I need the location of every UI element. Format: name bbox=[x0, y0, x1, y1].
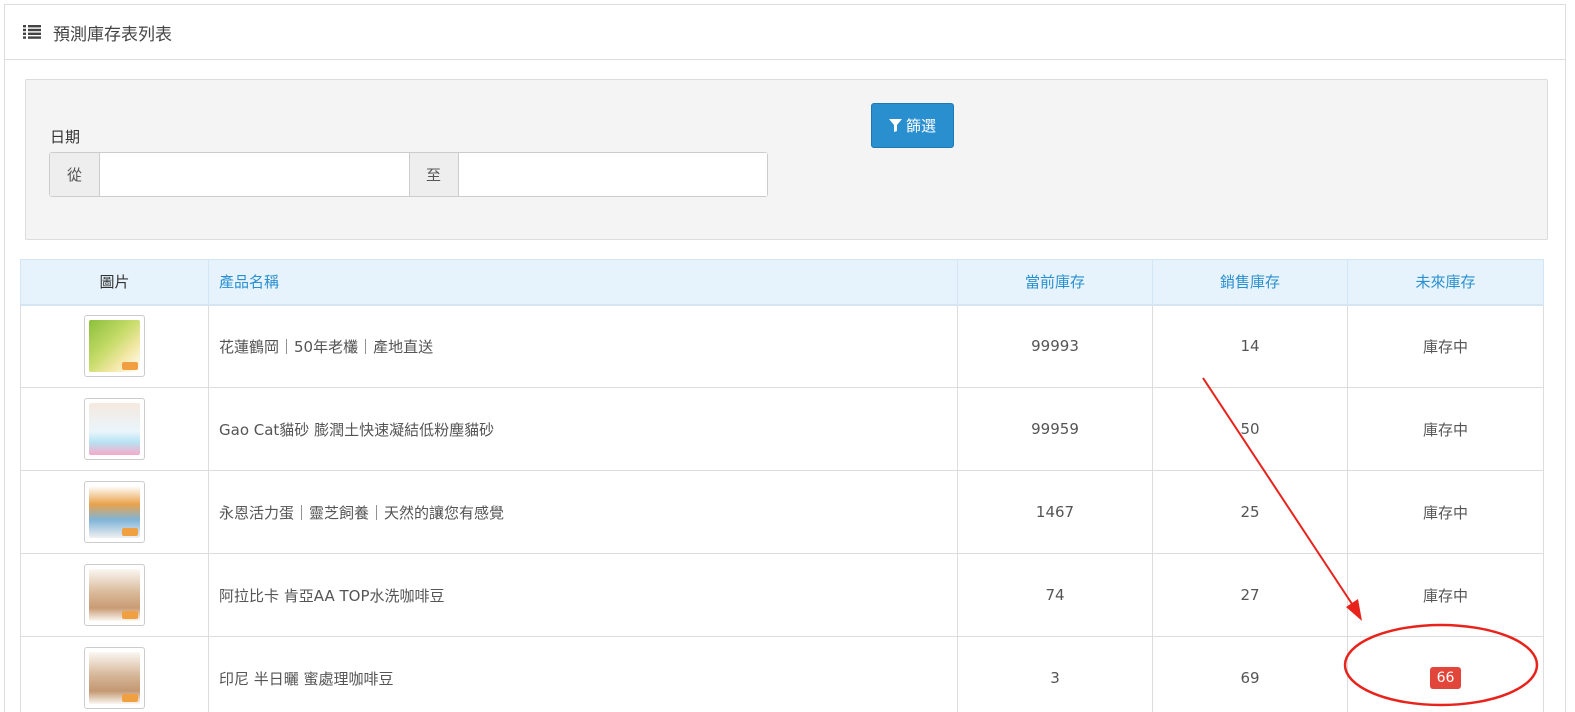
date-from-input[interactable] bbox=[100, 153, 409, 196]
table-row: Gao Cat貓砂 膨潤土快速凝結低粉塵貓砂 99959 50 庫存中 bbox=[20, 387, 1544, 471]
inventory-table: 圖片 產品名稱 當前庫存 銷售庫存 未來庫存 花蓮鶴岡｜50年老欉｜產地直送 9… bbox=[20, 259, 1544, 712]
image-cell bbox=[20, 636, 209, 712]
image-cell bbox=[20, 553, 209, 637]
product-name-cell: Gao Cat貓砂 膨潤土快速凝結低粉塵貓砂 bbox=[208, 387, 958, 471]
image-cell bbox=[20, 470, 209, 554]
table-header-row: 圖片 產品名稱 當前庫存 銷售庫存 未來庫存 bbox=[20, 259, 1544, 306]
current-stock-cell: 3 bbox=[957, 636, 1153, 712]
sales-stock-cell: 14 bbox=[1152, 304, 1348, 388]
filter-button-label: 篩選 bbox=[905, 117, 936, 135]
product-thumbnail[interactable] bbox=[84, 481, 145, 543]
product-thumbnail[interactable] bbox=[84, 564, 145, 626]
future-stock-cell: 庫存中 bbox=[1347, 304, 1544, 388]
product-thumbnail[interactable] bbox=[84, 647, 145, 709]
future-stock-cell: 66 bbox=[1347, 636, 1544, 712]
image-cell bbox=[20, 304, 209, 388]
funnel-icon bbox=[888, 119, 902, 132]
product-thumbnail[interactable] bbox=[84, 315, 145, 378]
date-range-group: 從 至 bbox=[49, 152, 768, 197]
header-current-stock[interactable]: 當前庫存 bbox=[957, 259, 1153, 306]
future-stock-badge: 66 bbox=[1429, 667, 1462, 689]
header-product-name[interactable]: 產品名稱 bbox=[208, 259, 958, 306]
table-row: 阿拉比卡 肯亞AA TOP水洗咖啡豆 74 27 庫存中 bbox=[20, 553, 1544, 637]
product-name-cell: 永恩活力蛋｜靈芝飼養｜天然的讓您有感覺 bbox=[208, 470, 958, 554]
filter-button[interactable]: 篩選 bbox=[871, 103, 954, 148]
to-addon: 至 bbox=[408, 153, 459, 196]
product-thumbnail[interactable] bbox=[84, 398, 145, 460]
header-future-stock[interactable]: 未來庫存 bbox=[1347, 259, 1544, 306]
current-stock-cell: 1467 bbox=[957, 470, 1153, 554]
sales-stock-cell: 25 bbox=[1152, 470, 1348, 554]
product-name-cell: 印尼 半日曬 蜜處理咖啡豆 bbox=[208, 636, 958, 712]
future-stock-cell: 庫存中 bbox=[1347, 470, 1544, 554]
from-addon: 從 bbox=[50, 153, 100, 196]
sales-stock-cell: 69 bbox=[1152, 636, 1348, 712]
table-row: 印尼 半日曬 蜜處理咖啡豆 3 69 66 bbox=[20, 636, 1544, 712]
filter-box: 日期 從 至 篩選 bbox=[25, 79, 1548, 240]
table-row: 永恩活力蛋｜靈芝飼養｜天然的讓您有感覺 1467 25 庫存中 bbox=[20, 470, 1544, 554]
product-name-cell: 阿拉比卡 肯亞AA TOP水洗咖啡豆 bbox=[208, 553, 958, 637]
current-stock-cell: 74 bbox=[957, 553, 1153, 637]
image-cell bbox=[20, 387, 209, 471]
sales-stock-cell: 27 bbox=[1152, 553, 1348, 637]
header-sales-stock[interactable]: 銷售庫存 bbox=[1152, 259, 1348, 306]
list-icon bbox=[23, 25, 41, 39]
page-title: 預測庫存表列表 bbox=[53, 24, 172, 45]
date-to-input[interactable] bbox=[458, 153, 767, 196]
header-image: 圖片 bbox=[20, 259, 209, 306]
future-stock-cell: 庫存中 bbox=[1347, 553, 1544, 637]
future-stock-cell: 庫存中 bbox=[1347, 387, 1544, 471]
product-name-cell: 花蓮鶴岡｜50年老欉｜產地直送 bbox=[208, 304, 958, 388]
sales-stock-cell: 50 bbox=[1152, 387, 1348, 471]
current-stock-cell: 99959 bbox=[957, 387, 1153, 471]
table-row: 花蓮鶴岡｜50年老欉｜產地直送 99993 14 庫存中 bbox=[20, 304, 1544, 388]
panel-header: 預測庫存表列表 bbox=[5, 5, 1565, 60]
current-stock-cell: 99993 bbox=[957, 304, 1153, 388]
date-label: 日期 bbox=[50, 128, 81, 146]
